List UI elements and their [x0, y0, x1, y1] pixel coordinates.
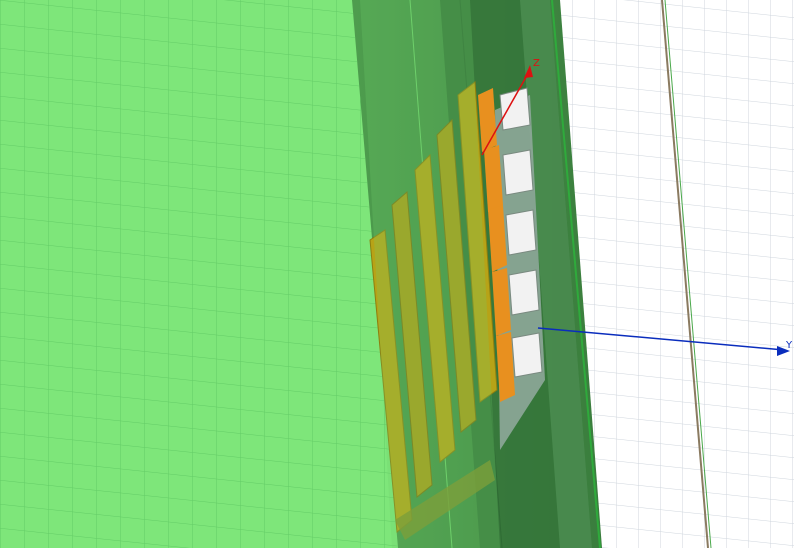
substrate-grid: [0, 0, 398, 548]
z-axis-label: Z: [533, 58, 540, 69]
y-axis-label: Y: [785, 340, 793, 351]
3d-viewport[interactable]: Z Y: [0, 0, 794, 548]
3d-scene[interactable]: Z Y: [0, 0, 794, 548]
